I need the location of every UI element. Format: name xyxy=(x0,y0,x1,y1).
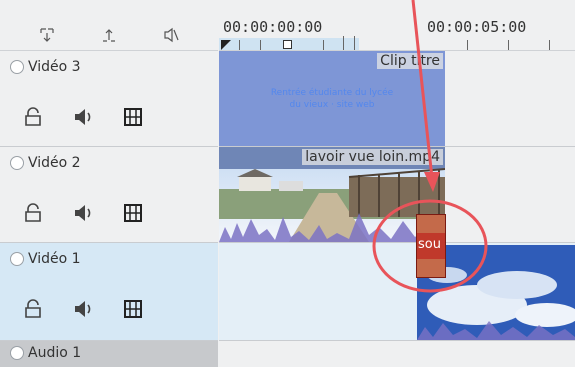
track-target-radio[interactable] xyxy=(10,156,24,170)
track-header-video-3[interactable]: Vidéo 3 xyxy=(0,51,218,147)
track-header-video-2[interactable]: Vidéo 2 xyxy=(0,147,218,243)
track-name: Audio 1 xyxy=(28,345,82,361)
track-target-radio[interactable] xyxy=(10,252,24,266)
film-icon[interactable] xyxy=(122,202,144,224)
ruler-tick xyxy=(260,40,261,50)
ruler-tick xyxy=(323,40,324,50)
ruler-tick xyxy=(354,36,355,50)
lift-icon[interactable] xyxy=(100,26,118,44)
clip-sou[interactable]: sou xyxy=(416,214,446,278)
lock-icon[interactable] xyxy=(22,298,44,320)
timecode-5s: 00:00:05:00 xyxy=(427,18,527,36)
speaker-icon[interactable] xyxy=(72,298,94,320)
clip-label: sou xyxy=(418,237,441,252)
zone-start-marker[interactable] xyxy=(219,36,233,50)
lane-audio-1[interactable] xyxy=(219,341,575,367)
film-icon[interactable] xyxy=(122,298,144,320)
insert-icon[interactable] xyxy=(38,26,56,44)
ruler-tick xyxy=(508,40,509,50)
track-header-toolbar xyxy=(0,0,218,51)
title-preview-text: Rentrée étudiante du lycée du vieux · si… xyxy=(270,88,394,110)
zone-midpoint-handle[interactable] xyxy=(283,40,292,49)
film-icon[interactable] xyxy=(122,106,144,128)
track-name: Vidéo 1 xyxy=(28,251,81,267)
clip-lavoir[interactable]: lavoir vue loin.mp4 xyxy=(219,147,445,242)
ruler-tick xyxy=(239,40,240,50)
track-header-audio-1[interactable]: Audio 1 xyxy=(0,341,218,367)
clip-thumb-bottom xyxy=(417,259,445,277)
track-header-video-1[interactable]: Vidéo 1 xyxy=(0,243,218,341)
timecode-start: 00:00:00:00 xyxy=(223,18,323,36)
ruler-tick xyxy=(343,36,344,50)
track-target-radio[interactable] xyxy=(10,60,24,74)
clip-title[interactable]: Clip titre Rentrée étudiante du lycée du… xyxy=(219,51,445,146)
lock-icon[interactable] xyxy=(22,106,44,128)
ruler-tick xyxy=(467,40,468,50)
lock-icon[interactable] xyxy=(22,202,44,224)
track-name: Vidéo 3 xyxy=(28,59,81,75)
speaker-icon[interactable] xyxy=(72,202,94,224)
ruler-tick xyxy=(549,40,550,50)
track-target-radio[interactable] xyxy=(10,346,24,360)
track-name: Vidéo 2 xyxy=(28,155,81,171)
clip-thumb-top xyxy=(417,215,445,233)
clip-label: Clip titre xyxy=(377,53,443,69)
timeline-ruler[interactable]: 00:00:00:00 00:00:05:00 xyxy=(219,0,575,51)
disable-audio-icon[interactable] xyxy=(162,26,180,44)
clip-label: lavoir vue loin.mp4 xyxy=(302,149,443,165)
speaker-icon[interactable] xyxy=(72,106,94,128)
